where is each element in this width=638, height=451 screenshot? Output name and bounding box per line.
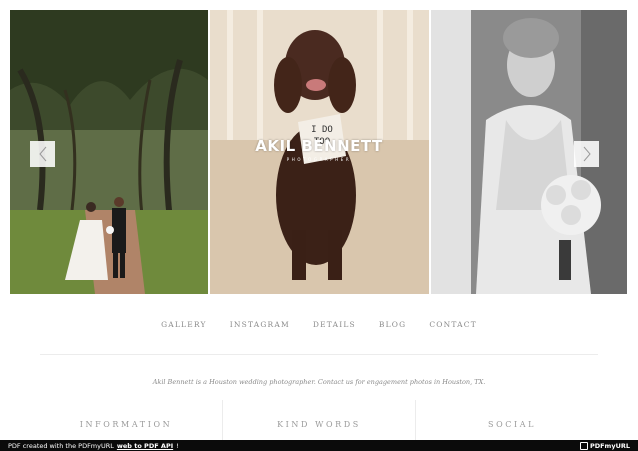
divider [40, 354, 598, 355]
pdf-credit-suffix: ! [176, 441, 179, 450]
logo-name: AKIL BENNETT [255, 137, 383, 155]
pdf-credit: PDF created with the PDFmyURL web to PDF… [8, 442, 179, 450]
footer-column-kind-words: KIND WORDS [222, 400, 415, 440]
footer-column-information: INFORMATION [30, 400, 222, 440]
pdf-api-link[interactable]: web to PDF API [117, 442, 173, 450]
pdfmyurl-logo[interactable]: PDFmyURL [579, 441, 630, 450]
site-logo[interactable]: AKIL BENNETT PHOTOGRAPHER [244, 138, 394, 163]
footer-heading-information: INFORMATION [79, 420, 173, 429]
nav-item-instagram[interactable]: INSTAGRAM [230, 320, 290, 329]
pdfmyurl-logo-icon [579, 441, 588, 450]
nav-item-contact[interactable]: CONTACT [429, 320, 477, 329]
nav-item-blog[interactable]: BLOG [379, 320, 406, 329]
slider-next-button[interactable] [574, 141, 599, 167]
footer-heading-kind-words: KIND WORDS [277, 420, 361, 429]
slider-prev-button[interactable] [30, 141, 55, 167]
footer-column-social: SOCIAL [415, 400, 608, 440]
main-nav: GALLERY INSTAGRAM DETAILS BLOG CONTACT [0, 320, 638, 329]
nav-item-gallery[interactable]: GALLERY [161, 320, 207, 329]
footer-heading-social: SOCIAL [487, 420, 536, 429]
site-tagline: Akil Bennett is a Houston wedding photog… [152, 378, 486, 386]
pdf-credit-prefix: PDF created with the PDFmyURL [8, 441, 114, 450]
pdfmyurl-logo-text: PDFmyURL [589, 441, 630, 450]
chevron-right-icon [583, 146, 591, 162]
pdf-watermark-bar: PDF created with the PDFmyURL web to PDF… [0, 440, 638, 451]
chevron-left-icon [38, 146, 46, 162]
footer-columns: INFORMATION KIND WORDS SOCIAL [30, 400, 608, 440]
nav-item-details[interactable]: DETAILS [313, 320, 356, 329]
sign-text-line-1: I DO [311, 125, 333, 135]
logo-subtitle: PHOTOGRAPHER [286, 157, 352, 162]
